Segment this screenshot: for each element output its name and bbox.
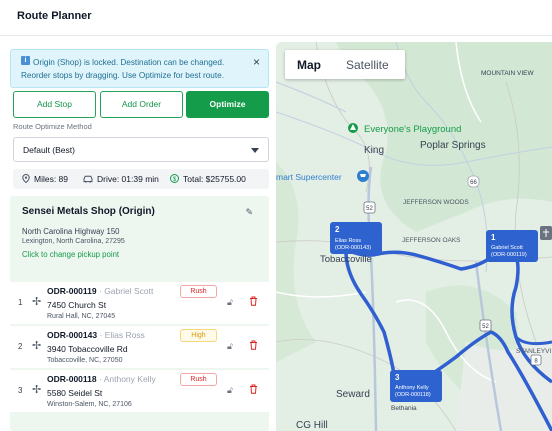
map-pin-icon — [22, 174, 30, 183]
miles-stat: Miles: 89 — [22, 174, 68, 184]
stop-city: Winston-Salem, NC, 27106 — [47, 401, 132, 408]
order-id-text: ODR-000143 — [47, 330, 98, 340]
highway-shield: 52 — [363, 201, 376, 214]
trash-icon[interactable] — [249, 340, 258, 350]
drive-stat: Drive: 01:39 min — [83, 174, 159, 184]
stop-order-id: ODR-000143 · Elias Ross — [47, 330, 145, 340]
chevron-down-icon — [251, 148, 259, 153]
route-map[interactable]: Everyone's Playground MOUNTAIN VIEW King… — [276, 42, 552, 431]
stop-order-id: ODR-000119 · Gabriel Scott — [47, 286, 153, 296]
marker-order: (ODR-000118) — [395, 392, 431, 398]
origin-marker-icon[interactable] — [540, 226, 552, 240]
route-marker[interactable]: 1 Gabriel Scott (ODR-000119) — [486, 230, 538, 262]
highway-shield: 66 — [467, 175, 480, 188]
lock-icon[interactable]: 🔓︎ — [227, 385, 233, 396]
lock-icon[interactable]: 🔓︎ — [227, 297, 233, 308]
priority-badge: Rush — [180, 285, 217, 298]
edit-icon[interactable]: ✎ — [245, 207, 253, 218]
map-place-label: STANLEYVI — [516, 348, 551, 355]
marker-customer: Gabriel Scott — [491, 245, 523, 251]
stop-number: 1 — [18, 298, 23, 307]
stop-row[interactable]: 3 ✢ ODR-000118 · Anthony Kelly 5580 Seid… — [10, 370, 269, 412]
stop-customer: · Anthony Kelly — [99, 374, 156, 384]
car-icon — [83, 175, 93, 183]
add-order-button[interactable]: Add Order — [100, 91, 183, 118]
priority-badge: High — [180, 329, 217, 342]
highway-shield: 52 — [479, 319, 492, 332]
stop-customer: · Elias Ross — [99, 330, 145, 340]
svg-text:52: 52 — [366, 206, 373, 212]
stop-row[interactable]: 1 ✢ ODR-000119 · Gabriel Scott 7450 Chur… — [10, 282, 269, 324]
drive-value: Drive: 01:39 min — [97, 174, 159, 184]
marker-number: 3 — [395, 373, 400, 382]
optimize-method-label: Route Optimize Method — [13, 122, 92, 131]
total-value: Total: $25755.00 — [183, 174, 246, 184]
marker-number: 2 — [335, 225, 340, 234]
marker-order: (ODR-000143) — [335, 245, 371, 251]
playground-pin-icon — [348, 123, 358, 133]
svg-text:66: 66 — [470, 180, 477, 186]
route-marker[interactable]: 3 Anthony Kelly (ODR-000118) — [390, 370, 442, 402]
map-place-label: CG Hill — [296, 420, 328, 431]
drag-handle-icon[interactable]: ✢ — [32, 339, 41, 352]
close-icon[interactable]: × — [253, 56, 260, 68]
info-alert: i Origin (Shop) is locked. Destination c… — [10, 49, 269, 88]
title-bar: Route Planner — [0, 0, 552, 36]
stop-order-id: ODR-000118 · Anthony Kelly — [47, 374, 156, 384]
order-id-text: ODR-000119 — [47, 286, 97, 296]
tab-satellite[interactable]: Satellite — [346, 58, 389, 72]
map-place-label: Bethania — [391, 405, 417, 412]
trash-icon[interactable] — [249, 384, 258, 394]
map-place-label: Tobaccoville — [320, 254, 372, 265]
marker-order: (ODR-000119) — [491, 252, 527, 258]
map-place-label: JEFFERSON OAKS — [402, 237, 461, 244]
map-place-label: Everyone's Playground — [364, 124, 461, 135]
map-place-label: Seward — [336, 389, 370, 400]
total-stat: $ Total: $25755.00 — [170, 174, 246, 184]
optimize-button[interactable]: Optimize — [186, 91, 269, 118]
shopping-cart-icon — [357, 170, 369, 182]
route-marker[interactable]: 2 Elias Ross (ODR-000143) — [330, 222, 382, 254]
marker-customer: Anthony Kelly — [395, 385, 429, 391]
priority-badge: Rush — [180, 373, 217, 386]
map-type-toggle: Map Satellite — [285, 50, 405, 79]
change-pickup-link[interactable]: Click to change pickup point — [22, 250, 119, 259]
origin-name: Sensei Metals Shop (Origin) — [22, 206, 155, 217]
alert-message: Origin (Shop) is locked. Destination can… — [21, 58, 225, 80]
map-place-label: King — [364, 145, 384, 156]
svg-text:52: 52 — [482, 324, 489, 330]
marker-customer: Elias Ross — [335, 238, 361, 244]
stop-city: Rural Hall, NC, 27045 — [47, 313, 116, 320]
stop-number: 2 — [18, 342, 23, 351]
stop-street: 5580 Seidel St — [47, 388, 103, 398]
drag-handle-icon[interactable]: ✢ — [32, 295, 41, 308]
trash-icon[interactable] — [249, 296, 258, 306]
map-place-label: MOUNTAIN VIEW — [481, 70, 534, 77]
lock-icon[interactable]: 🔓︎ — [227, 341, 233, 352]
add-stop-button[interactable]: Add Stop — [13, 91, 96, 118]
map-place-label: JEFFERSON WOODS — [403, 199, 469, 206]
drag-handle-icon[interactable]: ✢ — [32, 383, 41, 396]
stop-street: 7450 Church St — [47, 300, 107, 310]
order-id-text: ODR-000118 — [47, 374, 97, 384]
highway-shield: 8 — [530, 354, 542, 366]
stop-number: 3 — [18, 386, 23, 395]
marker-number: 1 — [491, 233, 496, 242]
map-place-label: Poplar Springs — [420, 140, 486, 151]
stop-street: 3940 Tobaccoville Rd — [47, 344, 128, 354]
origin-city: Lexington, North Carolina, 27295 — [22, 238, 125, 245]
tab-map[interactable]: Map — [297, 58, 321, 72]
stop-customer: · Gabriel Scott — [99, 286, 154, 296]
stop-city: Tobaccoville, NC, 27050 — [47, 357, 123, 364]
optimize-method-value: Default (Best) — [23, 145, 75, 155]
dollar-icon: $ — [170, 174, 179, 183]
stop-row[interactable]: 2 ✢ ODR-000143 · Elias Ross 3940 Tobacco… — [10, 326, 269, 368]
miles-value: Miles: 89 — [34, 174, 69, 184]
origin-street: North Carolina Highway 150 — [22, 227, 120, 236]
optimize-method-select[interactable]: Default (Best) — [13, 137, 269, 162]
page-title: Route Planner — [17, 10, 92, 22]
route-sidebar: i Origin (Shop) is locked. Destination c… — [0, 36, 276, 431]
map-place-label: mart Supercenter — [276, 172, 342, 182]
route-stats: Miles: 89 Drive: 01:39 min $ Total: $2575… — [13, 169, 269, 189]
